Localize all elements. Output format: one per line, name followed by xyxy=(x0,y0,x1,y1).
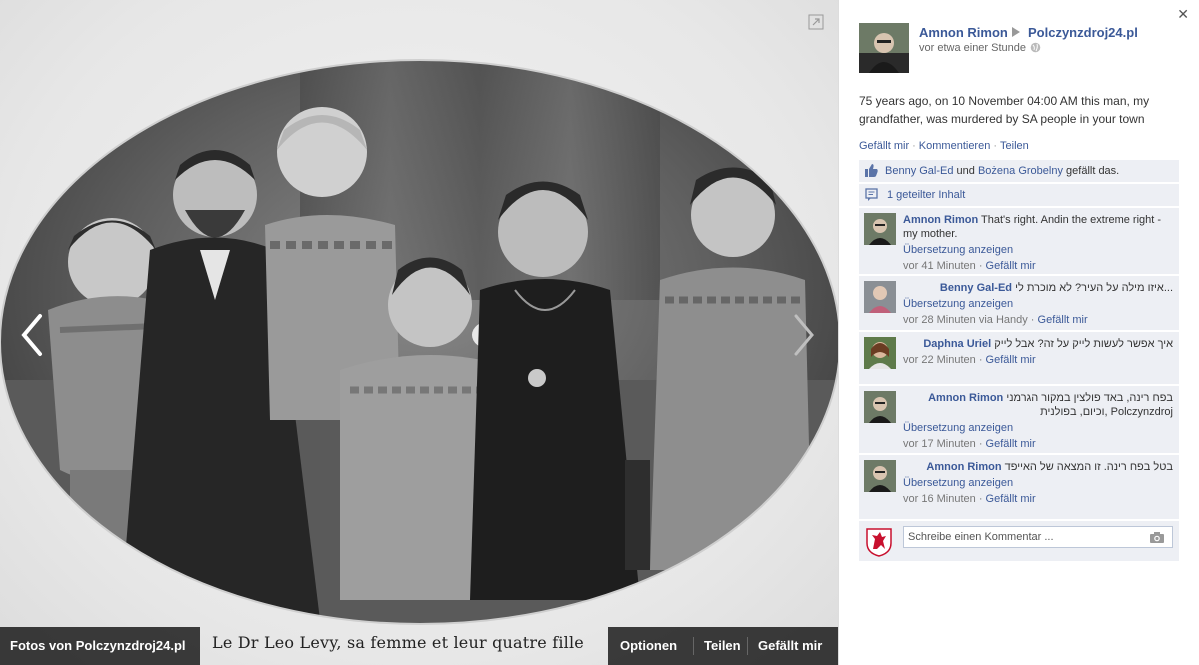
liker-link[interactable]: Benny Gal-Ed xyxy=(885,165,953,177)
photo-stage: Le Dr Leo Levy, sa femme et leur quatre … xyxy=(0,0,838,665)
comment-author-link[interactable]: Amnon Rimon xyxy=(926,461,1001,473)
commenter-avatar[interactable] xyxy=(864,213,896,245)
comment-meta: vor 41 Minuten · Gefällt mir xyxy=(903,260,1036,272)
comment-meta: vor 22 Minuten · Gefällt mir xyxy=(903,354,1036,366)
album-link[interactable]: Fotos von Polczynzdroj24.pl xyxy=(10,638,186,653)
shares-link[interactable]: 1 geteilter Inhalt xyxy=(887,189,965,201)
photo-bottom-bar: Fotos von Polczynzdroj24.pl Optionen Tei… xyxy=(0,627,838,665)
comment-meta: vor 28 Minuten via Handy · Gefällt mir xyxy=(903,314,1088,326)
family-photograph xyxy=(0,59,838,625)
post-text: 75 years ago, on 10 November 04:00 AM th… xyxy=(859,94,1150,126)
expand-icon[interactable] xyxy=(808,14,824,30)
commenter-avatar[interactable] xyxy=(864,460,896,492)
griffin-crest-icon xyxy=(866,528,892,557)
comment-like-link[interactable]: Gefällt mir xyxy=(986,260,1036,272)
comment-meta: vor 16 Minuten · Gefällt mir xyxy=(903,493,1036,505)
translate-link[interactable]: Übersetzung anzeigen xyxy=(903,243,1173,257)
shares-summary: 1 geteilter Inhalt xyxy=(859,184,1179,206)
divider xyxy=(747,637,748,655)
separator-dot: · xyxy=(993,140,998,152)
comment-author-link[interactable]: Amnon Rimon xyxy=(903,214,978,226)
likes-text: Benny Gal-Ed und Bożena Grobelny gefällt… xyxy=(885,165,1119,177)
thumbs-up-icon xyxy=(865,164,878,177)
comment-body: Daphna Uriel איך אפשר לעשות לייק על זה? … xyxy=(903,337,1173,367)
commenter-avatar[interactable] xyxy=(864,281,896,313)
post-actions: Gefällt mir · Kommentieren · Teilen xyxy=(859,140,1029,152)
comment-body: Amnon Rimon That's right. Andin the extr… xyxy=(903,213,1173,273)
like-button[interactable]: Gefällt mir xyxy=(758,638,822,653)
comment-time[interactable]: vor 16 Minuten xyxy=(903,493,976,505)
album-bar: Fotos von Polczynzdroj24.pl xyxy=(0,627,200,665)
commenter-avatar[interactable] xyxy=(864,337,896,369)
liker-link[interactable]: Bożena Grobelny xyxy=(978,165,1063,177)
comment-item: Amnon Rimon בפח רינה, באד פולצין במקור ה… xyxy=(859,386,1179,453)
comment-item: Amnon Rimon That's right. Andin the extr… xyxy=(859,208,1179,274)
comment-text: איך אפשר לעשות לייק על זה? אבל לייק xyxy=(994,338,1173,350)
commenter-avatar[interactable] xyxy=(864,391,896,423)
arrow-right-icon xyxy=(1012,27,1020,37)
post-share-link[interactable]: Teilen xyxy=(1000,140,1029,152)
post-comment-link[interactable]: Kommentieren xyxy=(919,140,991,152)
share-icon xyxy=(865,188,878,201)
comment-line: Daphna Uriel איך אפשר לעשות לייק על זה? … xyxy=(903,337,1173,351)
photo-actions-bar: Optionen Teilen Gefällt mir xyxy=(608,627,838,665)
post-timestamp[interactable]: vor etwa einer Stunde xyxy=(919,42,1026,54)
likes-suffix: gefällt das. xyxy=(1066,165,1120,177)
comment-like-link[interactable]: Gefällt mir xyxy=(986,354,1036,366)
comment-body: Amnon Rimon בפח רינה, באד פולצין במקור ה… xyxy=(903,391,1173,451)
translate-link[interactable]: Übersetzung anzeigen xyxy=(903,476,1173,490)
globe-icon xyxy=(1030,42,1041,53)
comment-body: Benny Gal-Ed איזו מילה על העיר? לא מוכרת… xyxy=(903,281,1173,327)
share-button[interactable]: Teilen xyxy=(704,638,741,653)
post-like-link[interactable]: Gefällt mir xyxy=(859,140,909,152)
comment-line: Benny Gal-Ed איזו מילה על העיר? לא מוכרת… xyxy=(903,281,1173,295)
comment-time[interactable]: vor 41 Minuten xyxy=(903,260,976,272)
photo-side-panel: ✕ Amnon Rimon Polczynzdroj24.pl vor etwa… xyxy=(838,0,1199,665)
comment-body: Amnon Rimon בטל בפח רינה. זו המצאה של הא… xyxy=(903,460,1173,506)
likes-and: und xyxy=(956,165,975,177)
page-link[interactable]: Polczynzdroj24.pl xyxy=(1028,25,1138,40)
comment-via: via Handy xyxy=(978,314,1028,326)
comment-time[interactable]: vor 17 Minuten xyxy=(903,438,976,450)
author-avatar[interactable] xyxy=(859,23,909,73)
likes-summary: Benny Gal-Ed und Bożena Grobelny gefällt… xyxy=(859,160,1179,182)
comment-like-link[interactable]: Gefällt mir xyxy=(1038,314,1088,326)
comment-item: Benny Gal-Ed איזו מילה על העיר? לא מוכרת… xyxy=(859,276,1179,330)
comment-like-link[interactable]: Gefällt mir xyxy=(986,493,1036,505)
translate-link[interactable]: Übersetzung anzeigen xyxy=(903,421,1173,435)
comment-item: Daphna Uriel איך אפשר לעשות לייק על זה? … xyxy=(859,332,1179,384)
options-button[interactable]: Optionen xyxy=(620,638,677,653)
camera-icon[interactable] xyxy=(1149,531,1165,544)
comment-author-link[interactable]: Benny Gal-Ed xyxy=(940,282,1012,294)
comment-input[interactable] xyxy=(903,526,1173,548)
comment-item: Amnon Rimon בטל בפח רינה. זו המצאה של הא… xyxy=(859,455,1179,519)
comment-author-link[interactable]: Amnon Rimon xyxy=(928,392,1003,404)
comment-line: Amnon Rimon בפח רינה, באד פולצין במקור ה… xyxy=(903,391,1173,419)
comment-text: בטל בפח רינה. זו המצאה של האייפד xyxy=(1004,461,1173,473)
chevron-left-icon[interactable] xyxy=(18,312,46,358)
separator-dot: · xyxy=(912,140,916,152)
comment-like-link[interactable]: Gefällt mir xyxy=(986,438,1036,450)
divider xyxy=(693,637,694,655)
comment-line: Amnon Rimon בטל בפח רינה. זו המצאה של הא… xyxy=(903,460,1173,474)
close-icon[interactable]: ✕ xyxy=(1177,6,1189,23)
post-author-link[interactable]: Amnon Rimon xyxy=(919,25,1008,40)
comment-text: בפח רינה, באד פולצין במקור הגרמני וכיום,… xyxy=(1006,392,1173,418)
comment-time[interactable]: vor 28 Minuten xyxy=(903,314,976,326)
comment-composer xyxy=(859,521,1179,561)
comment-text: איזו מילה על העיר? לא מוכרת לי... xyxy=(1015,282,1173,294)
comment-time[interactable]: vor 22 Minuten xyxy=(903,354,976,366)
comment-meta: vor 17 Minuten · Gefällt mir xyxy=(903,438,1036,450)
translate-link[interactable]: Übersetzung anzeigen xyxy=(903,297,1173,311)
comment-author-link[interactable]: Daphna Uriel xyxy=(923,338,991,350)
chevron-right-icon[interactable] xyxy=(790,312,818,358)
